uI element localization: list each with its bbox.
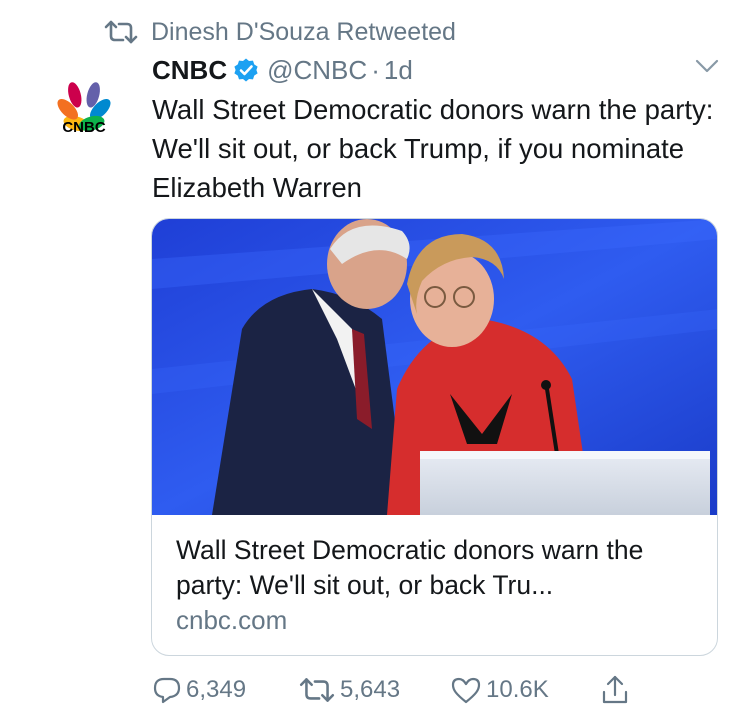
author-handle[interactable]: @CNBC — [267, 55, 367, 86]
avatar[interactable]: CNBC — [44, 74, 124, 136]
link-card[interactable]: Wall Street Democratic donors warn the p… — [151, 218, 718, 656]
reply-count: 6,349 — [186, 676, 247, 703]
retweet-icon — [104, 20, 138, 44]
like-count: 10.6K — [486, 676, 549, 703]
tweet-text: Wall Street Democratic donors warn the p… — [152, 94, 714, 203]
action-bar: 6,349 5,643 10.6K — [152, 672, 652, 708]
share-button[interactable] — [600, 672, 634, 708]
retweet-context[interactable]: Dinesh D'Souza Retweeted — [103, 16, 456, 48]
retweet-count: 5,643 — [340, 676, 401, 703]
card-image — [152, 219, 717, 515]
verified-badge-icon — [234, 58, 258, 82]
heart-icon — [451, 677, 481, 704]
cnbc-logo: CNBC — [57, 82, 111, 136]
tweet-timestamp[interactable]: 1d — [384, 55, 413, 86]
reply-icon — [153, 677, 181, 704]
like-button[interactable]: 10.6K — [450, 672, 549, 708]
retweet-icon — [299, 678, 335, 702]
tweet-header: CNBC @CNBC · 1d — [152, 52, 413, 88]
card-title: Wall Street Democratic donors warn the p… — [176, 535, 644, 600]
separator-dot: · — [371, 54, 380, 85]
retweeted-by-label: Dinesh D'Souza Retweeted — [151, 17, 456, 46]
avatar-logo-text: CNBC — [62, 119, 105, 136]
share-icon — [602, 675, 628, 704]
reply-button[interactable]: 6,349 — [152, 672, 246, 708]
chevron-down-icon[interactable] — [694, 56, 720, 76]
retweet-button[interactable]: 5,643 — [298, 672, 400, 708]
author-name[interactable]: CNBC — [152, 55, 227, 86]
card-domain: cnbc.com — [176, 605, 288, 635]
